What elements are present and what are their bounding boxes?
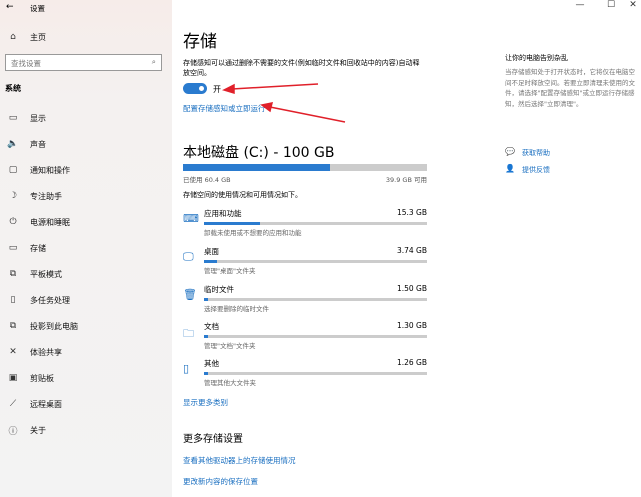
- category-usage-bar: [204, 222, 427, 225]
- get-help-link[interactable]: 获取帮助: [522, 148, 550, 158]
- category-icon: ▯: [183, 362, 190, 375]
- view-other-drives-link[interactable]: 查看其他驱动器上的存储使用情况: [183, 455, 296, 466]
- category-size: 3.74 GB: [396, 246, 427, 255]
- category-subtitle: 选择要删除的临时文件: [204, 305, 269, 313]
- category-usage-bar: [204, 335, 427, 338]
- right-panel-text: 当存储感知处于打开状态时，它将仅在电脑空间不足时释放空间。若要立即清理未使用的文…: [505, 68, 635, 108]
- category-usage-bar: [204, 298, 427, 301]
- category-name: 文档: [204, 322, 219, 331]
- storage-category[interactable]: 🗑 临时文件 1.50 GB 选择要删除的临时文件: [183, 284, 427, 316]
- right-panel-title: 让你的电脑告别杂乱: [505, 54, 568, 62]
- disk-used: 已使用 60.4 GB: [183, 176, 231, 184]
- category-subtitle: 管理"桌面"文件夹: [204, 267, 256, 275]
- category-subtitle: 管理其他大文件夹: [204, 379, 256, 387]
- storage-category[interactable]: ▯ 其他 1.26 GB 管理其他大文件夹: [183, 358, 427, 390]
- category-size: 1.50 GB: [396, 284, 427, 293]
- category-name: 临时文件: [204, 285, 234, 294]
- category-icon: 🗀: [183, 327, 194, 340]
- category-subtitle: 管理"文档"文件夹: [204, 342, 256, 350]
- category-subtitle: 卸载未使用或不想要的应用和功能: [204, 229, 302, 237]
- feedback-link[interactable]: 提供反馈: [522, 165, 550, 175]
- arrow-head: [260, 102, 274, 113]
- change-save-location-link[interactable]: 更改新内容的保存位置: [183, 476, 258, 487]
- usage-description: 存储空间的使用情况和可用情况如下。: [183, 191, 302, 199]
- storage-category[interactable]: 🗀 文档 1.30 GB 管理"文档"文件夹: [183, 321, 427, 353]
- category-usage-bar: [204, 260, 427, 263]
- category-size: 1.30 GB: [396, 321, 427, 330]
- show-more-categories-link[interactable]: 显示更多类别: [183, 397, 228, 408]
- category-icon: ⌨: [183, 212, 199, 225]
- arrow-line: [231, 83, 319, 90]
- category-name: 其他: [204, 359, 219, 368]
- storage-category[interactable]: ⌨ 应用和功能 15.3 GB 卸载未使用或不想要的应用和功能: [183, 208, 427, 240]
- arrow-line: [269, 106, 346, 123]
- help-icon: 💬: [505, 147, 515, 156]
- disk-title: 本地磁盘 (C:) - 100 GB: [183, 145, 335, 161]
- category-size: 1.26 GB: [396, 358, 427, 367]
- disk-free: 39.9 GB 可用: [385, 176, 427, 184]
- category-usage-bar: [204, 372, 427, 375]
- more-storage-settings-heading: 更多存储设置: [183, 434, 243, 445]
- category-name: 桌面: [204, 247, 219, 256]
- category-name: 应用和功能: [204, 209, 242, 218]
- storage-category[interactable]: 🖵 桌面 3.74 GB 管理"桌面"文件夹: [183, 246, 427, 278]
- category-icon: 🖵: [183, 250, 194, 263]
- category-icon: 🗑: [183, 288, 197, 301]
- category-size: 15.3 GB: [396, 208, 427, 217]
- feedback-icon: 👤: [505, 164, 515, 173]
- disk-usage-bar: [183, 164, 427, 171]
- arrow-head: [221, 83, 235, 95]
